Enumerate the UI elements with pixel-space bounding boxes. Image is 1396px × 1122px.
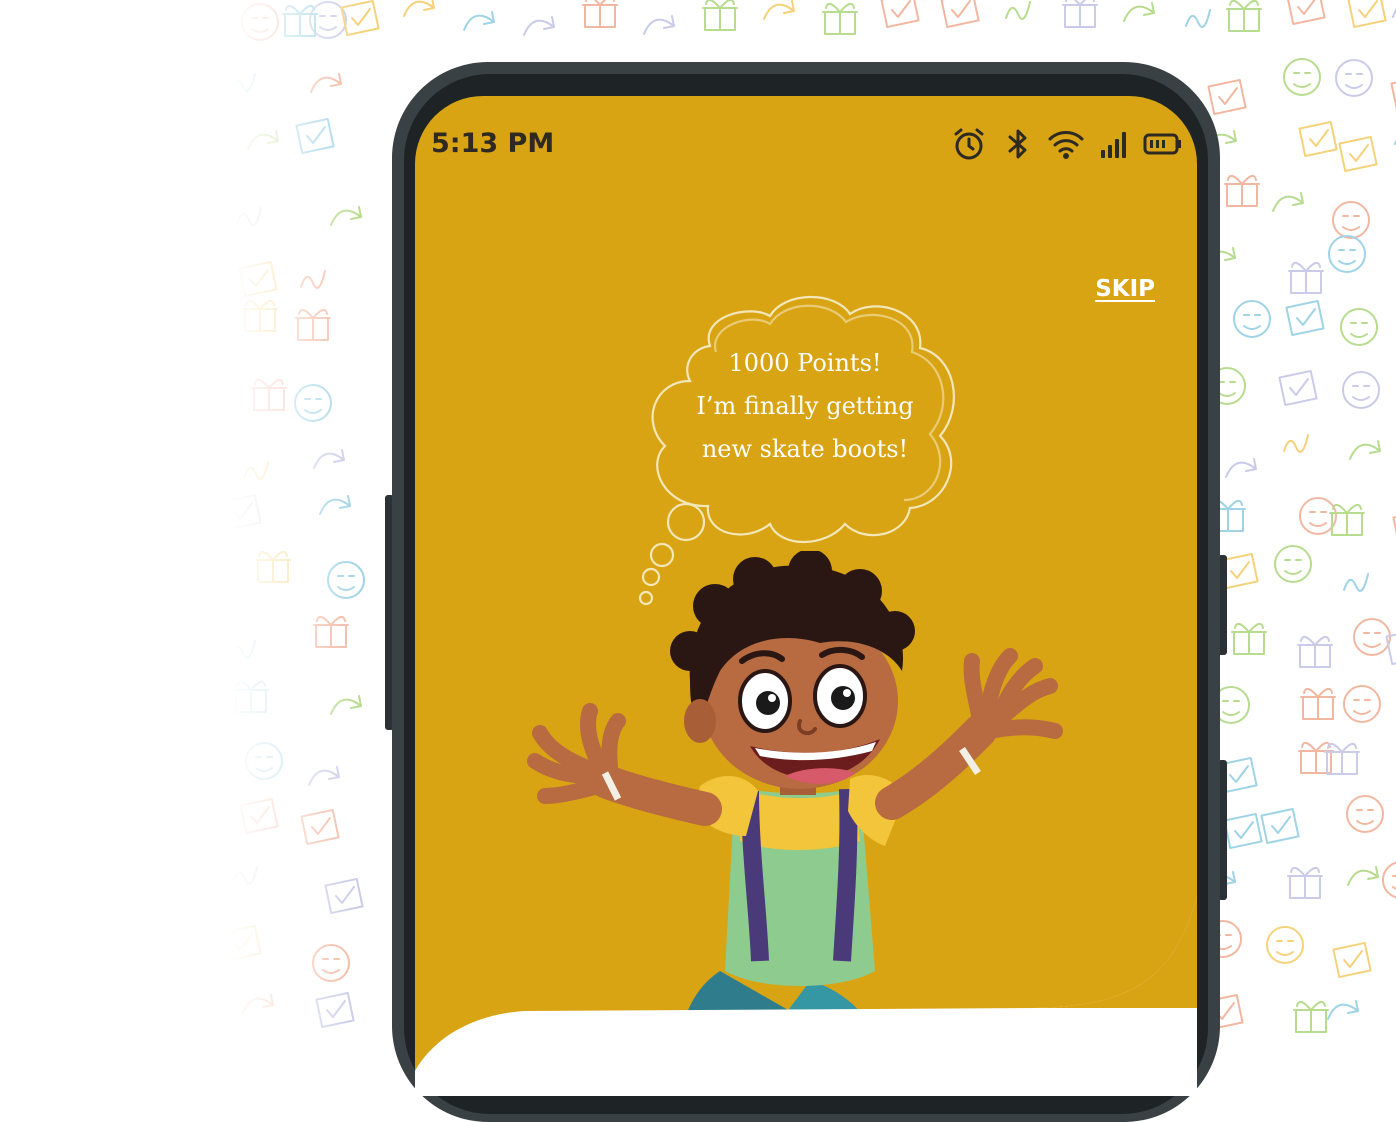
alarm-icon — [954, 128, 984, 160]
bluetooth-icon — [1008, 129, 1027, 159]
thought-line-2: I’m finally getting — [696, 392, 914, 420]
wifi-icon — [1048, 131, 1084, 159]
battery-icon — [1143, 133, 1181, 155]
skip-button[interactable]: SKIP — [1095, 276, 1155, 302]
signal-icon — [1101, 132, 1126, 158]
thought-line-1: 1000 Points! — [728, 349, 882, 377]
status-bar-time: 5:13 PM — [431, 128, 555, 159]
phone-screen: 5:13 PM SKIP 1000 Points! I’m finally ge… — [415, 96, 1197, 1096]
thought-line-3: new skate boots! — [701, 435, 909, 463]
bottom-sheet-wave — [415, 896, 1197, 1096]
thought-bubble-text: 1000 Points! I’m finally getting new ska… — [655, 342, 955, 471]
